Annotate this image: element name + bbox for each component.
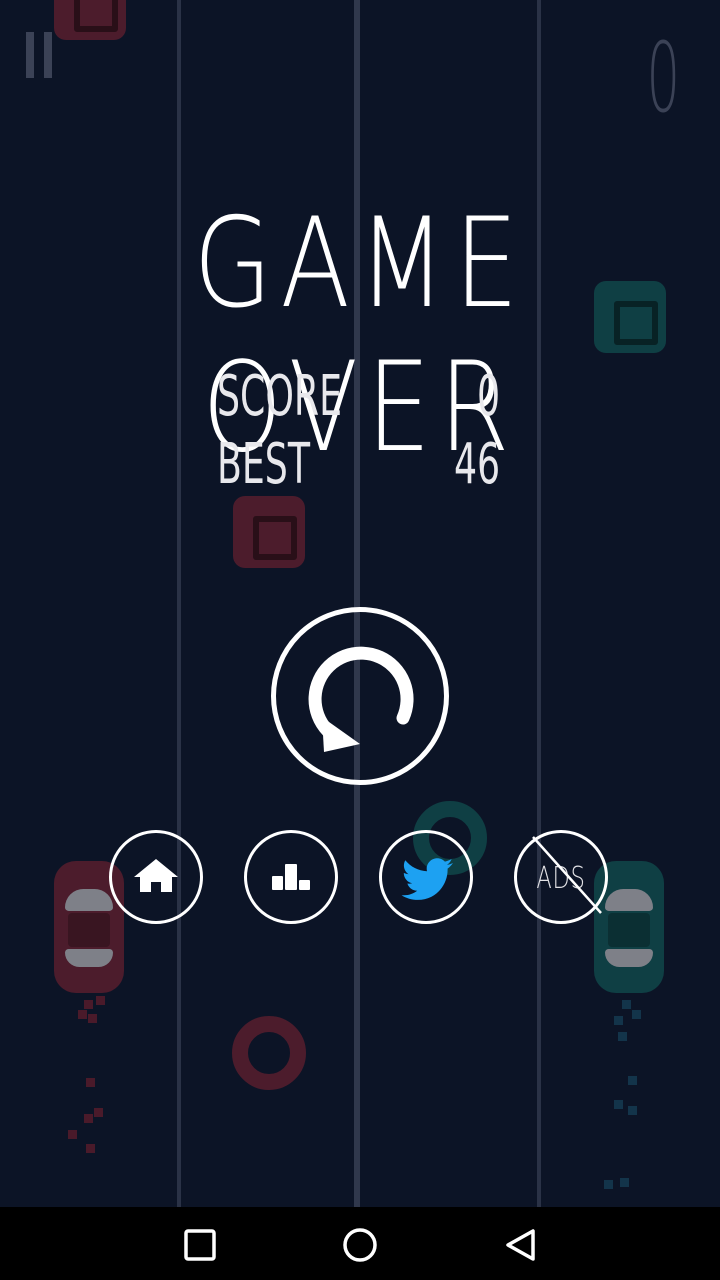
exhaust-particle <box>614 1100 623 1109</box>
exhaust-particle <box>604 1180 613 1189</box>
exhaust-particle <box>84 1000 93 1009</box>
exhaust-particle <box>632 1010 641 1019</box>
leaderboard-button[interactable] <box>244 830 338 924</box>
exhaust-particle <box>620 1178 629 1187</box>
exhaust-particle <box>84 1114 93 1123</box>
exhaust-particle <box>628 1076 637 1085</box>
back-triangle-icon[interactable] <box>500 1225 540 1265</box>
home-button[interactable] <box>109 830 203 924</box>
leaderboard-icon <box>272 864 310 890</box>
exhaust-particle <box>68 1130 77 1139</box>
twitter-share-button[interactable] <box>379 830 473 924</box>
pause-icon[interactable] <box>26 32 54 78</box>
remove-ads-button[interactable]: ADS <box>514 830 608 924</box>
exhaust-particle <box>96 996 105 1005</box>
home-circle-icon[interactable] <box>340 1225 380 1265</box>
home-icon <box>134 859 178 892</box>
exhaust-particle <box>614 1016 623 1025</box>
game-over-title: GAME OVER <box>193 192 527 480</box>
red-ring-coin <box>232 1016 306 1090</box>
exhaust-particle <box>78 1010 87 1019</box>
red-square-obstacle <box>233 496 305 568</box>
exhaust-particle <box>86 1144 95 1153</box>
no-ads-slash-icon <box>532 836 602 914</box>
exhaust-particle <box>88 1014 97 1023</box>
exhaust-particle <box>86 1078 95 1087</box>
exhaust-particle <box>622 1000 631 1009</box>
recents-icon[interactable] <box>180 1225 220 1265</box>
replay-icon <box>308 646 414 752</box>
best-value: 46 <box>453 432 500 497</box>
system-navigation-bar <box>0 1207 720 1280</box>
score-value: 0 <box>476 364 500 429</box>
score-label: SCORE <box>217 364 343 429</box>
current-score: 0 <box>646 22 680 134</box>
lane-divider-center <box>354 0 360 1207</box>
exhaust-particle <box>618 1032 627 1041</box>
lane-divider <box>177 0 181 1207</box>
red-square-obstacle <box>54 0 126 40</box>
best-label: BEST <box>217 432 310 497</box>
exhaust-particle <box>628 1106 637 1115</box>
lane-divider <box>537 0 541 1207</box>
twitter-icon <box>401 858 453 900</box>
exhaust-particle <box>94 1108 103 1117</box>
replay-button[interactable] <box>271 607 449 785</box>
game-screen: 0 GAME OVER SCORE 0 BEST 46 ADS <box>0 0 720 1207</box>
